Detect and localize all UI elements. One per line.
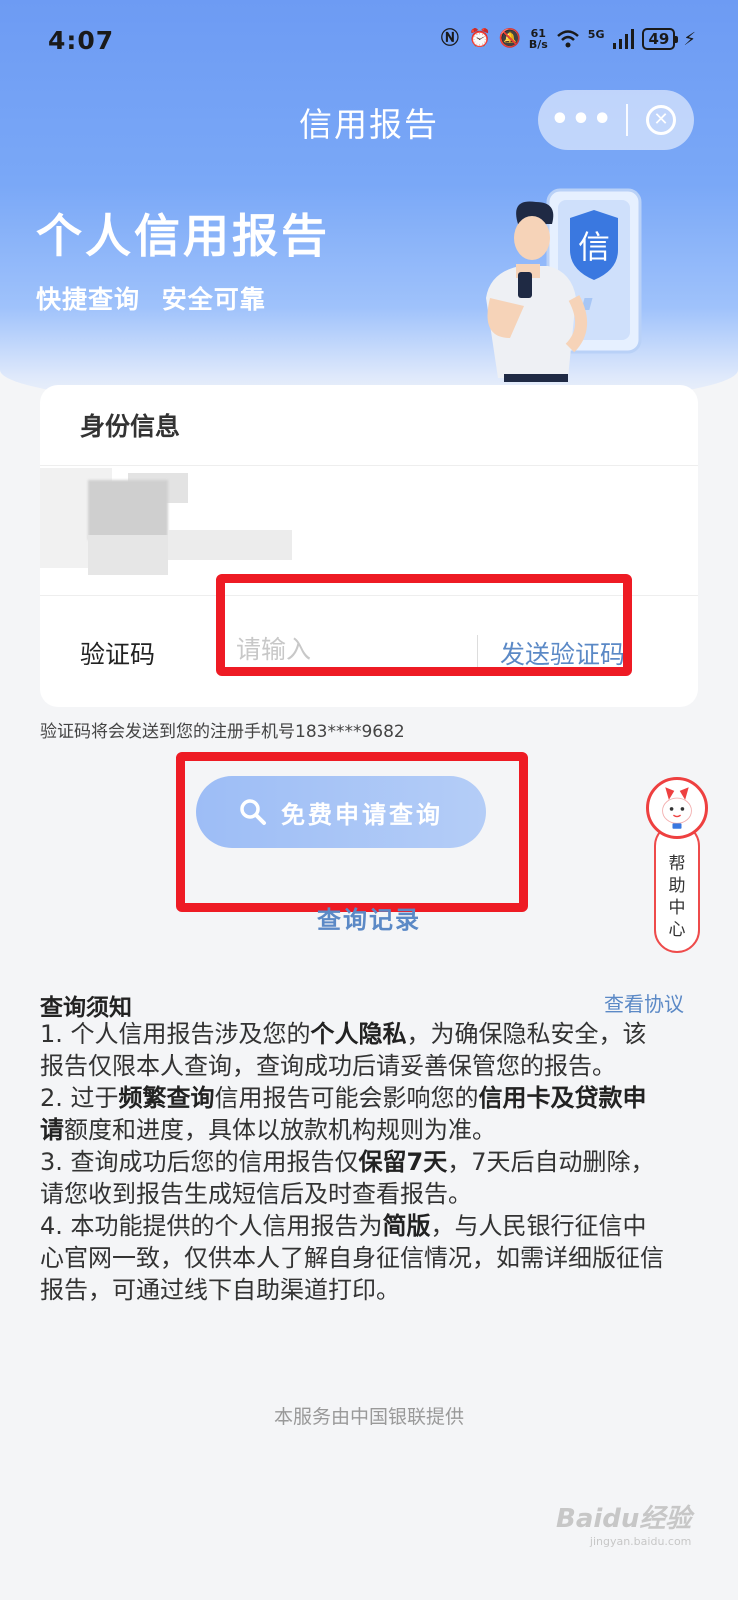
watermark-url: jingyan.baidu.com — [589, 1535, 692, 1548]
rule-text: 信用报告可能会影响您的 — [214, 1084, 479, 1112]
more-button[interactable]: ••• — [538, 90, 626, 150]
hero-subtitle: 快捷查询 安全可靠 — [36, 285, 266, 314]
alarm-icon: ⏰ — [468, 28, 492, 49]
notice-title: 查询须知 — [40, 995, 132, 1021]
rule-text: 3. 查询成功后您的信用报告仅 — [40, 1148, 359, 1176]
section-title-identity: 身份信息 — [80, 412, 181, 441]
blurred-identity-info — [88, 535, 168, 575]
person-with-phone-illustration: 信 — [486, 188, 642, 382]
rule-text: 2. 过于 — [40, 1084, 119, 1112]
signal-label: 5G — [587, 28, 605, 41]
net-speed-unit: B/s — [528, 38, 548, 51]
badge-char: 信 — [578, 228, 610, 266]
status-icons: Ⓝ ⏰ 🔕 61 B/s 5G 49 ⚡ — [439, 28, 696, 50]
status-bar: 4:07 Ⓝ ⏰ 🔕 61 B/s 5G 49 ⚡ — [0, 22, 738, 62]
hero-title: 个人信用报告 — [36, 209, 330, 263]
query-records-link[interactable]: 查询记录 — [0, 900, 738, 935]
help-label: 中 — [668, 898, 686, 918]
wifi-icon — [556, 30, 579, 48]
verification-code-label: 验证码 — [80, 640, 156, 669]
status-time: 4:07 — [48, 26, 115, 55]
rule-item: 1. 个人信用报告涉及您的个人隐私，为确保隐私安全，该报告仅限本人查询，查询成功… — [40, 1018, 670, 1082]
signal-icon — [613, 29, 635, 49]
sms-notice: 验证码将会发送到您的注册手机号183****9682 — [40, 722, 405, 742]
help-label: 助 — [668, 876, 686, 896]
baidu-watermark: Baidu经验 jingyan.baidu.com — [556, 1498, 691, 1548]
close-button[interactable]: ✕ — [628, 105, 694, 135]
help-center-pill: 帮 助 中 心 — [654, 823, 700, 953]
rule-emphasis: 频繁查询 — [118, 1084, 215, 1112]
rule-emphasis: 个人隐私 — [310, 1020, 407, 1048]
notice-rules: 1. 个人信用报告涉及您的个人隐私，为确保隐私安全，该报告仅限本人查询，查询成功… — [40, 1018, 670, 1306]
rule-text: 4. 本功能提供的个人信用报告为 — [40, 1212, 383, 1240]
rule-text: 1. 个人信用报告涉及您的 — [40, 1020, 311, 1048]
mute-bell-icon: 🔕 — [498, 28, 522, 49]
help-center-button[interactable]: 帮 助 中 心 — [644, 775, 710, 955]
rule-text: 额度和进度，具体以放款机构规则为准。 — [64, 1116, 496, 1144]
rule-emphasis: 保留7天 — [358, 1148, 448, 1176]
rule-item: 4. 本功能提供的个人信用报告为简版，与人民银行征信中心官网一致，仅供本人了解自… — [40, 1210, 670, 1306]
battery-indicator: 49 — [642, 28, 679, 50]
mini-program-capsule: ••• ✕ — [538, 90, 694, 150]
view-agreement-link[interactable]: 查看协议 — [604, 988, 684, 1017]
rule-emphasis: 简版 — [382, 1212, 431, 1240]
rule-item: 3. 查询成功后您的信用报告仅保留7天，7天后自动删除，请您收到报告生成短信后及… — [40, 1146, 670, 1210]
blurred-identity-info — [168, 530, 292, 560]
card-divider — [40, 465, 698, 466]
mascot-icon — [646, 777, 708, 839]
help-label: 帮 — [668, 854, 686, 874]
net-speed: 61 B/s — [529, 28, 548, 50]
charging-icon: ⚡ — [683, 28, 696, 50]
highlight-box-code — [216, 574, 632, 676]
highlight-box-button — [176, 752, 528, 912]
blurred-identity-info — [88, 480, 168, 540]
watermark-brand: Baidu经验 — [556, 1504, 692, 1534]
rule-item: 2. 过于频繁查询信用报告可能会影响您的信用卡及贷款申请额度和进度，具体以放款机… — [40, 1082, 670, 1146]
footer-provider: 本服务由中国银联提供 — [273, 1406, 464, 1428]
close-icon: ✕ — [646, 105, 676, 135]
help-label: 心 — [668, 920, 686, 940]
nfc-icon: Ⓝ — [440, 28, 459, 49]
